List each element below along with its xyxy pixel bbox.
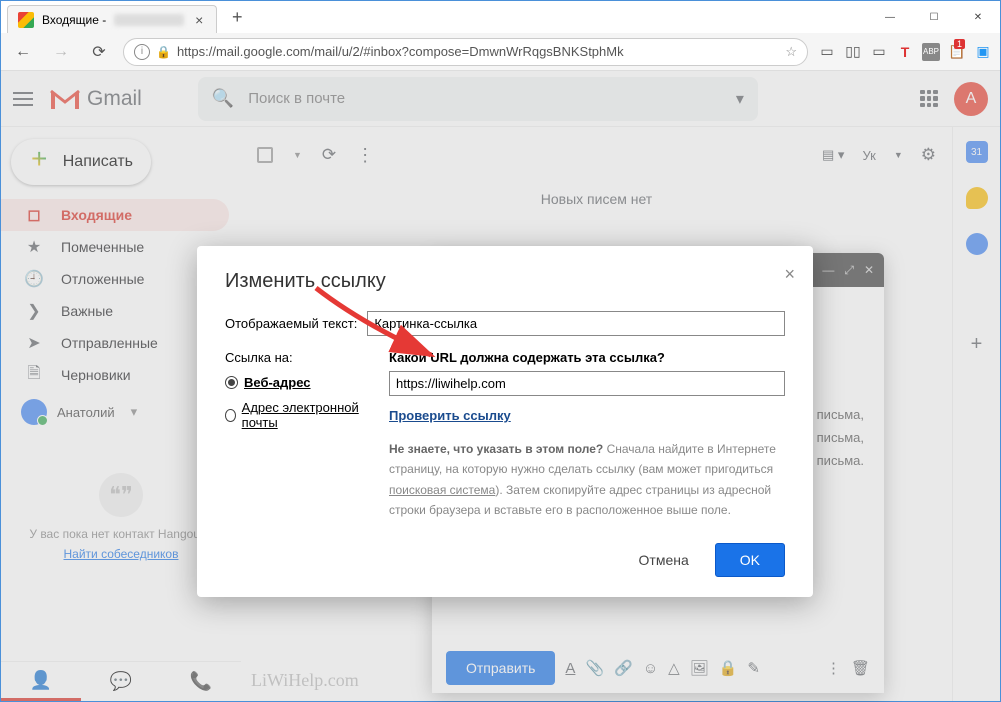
url-box[interactable]: i 🔒 https://mail.google.com/mail/u/2/#in… bbox=[123, 38, 808, 66]
ext-icon-abp[interactable]: ABP bbox=[922, 43, 940, 61]
radio-email-address[interactable]: Адрес электронной почты bbox=[225, 400, 365, 430]
close-tab-icon[interactable]: × bbox=[192, 13, 206, 27]
test-link[interactable]: Проверить ссылку bbox=[389, 408, 511, 423]
display-text-row: Отображаемый текст: bbox=[225, 311, 785, 336]
address-bar: ← → ⟳ i 🔒 https://mail.google.com/mail/u… bbox=[1, 33, 1000, 71]
cancel-button[interactable]: Отмена bbox=[627, 544, 701, 576]
tab-title: Входящие - bbox=[42, 13, 106, 27]
tab-title-blurred bbox=[114, 14, 184, 26]
ext-icon-t[interactable]: T bbox=[896, 43, 914, 61]
ext-icon-reader[interactable]: ▭ bbox=[818, 43, 836, 61]
radio-icon bbox=[225, 409, 236, 422]
radio-web-address[interactable]: Веб-адрес bbox=[225, 375, 365, 390]
bookmark-icon[interactable]: ☆ bbox=[785, 44, 797, 60]
dialog-title: Изменить ссылку bbox=[225, 270, 785, 293]
browser-tab[interactable]: Входящие - × bbox=[7, 5, 217, 33]
dialog-close-icon[interactable]: × bbox=[784, 264, 795, 285]
link-type-column: Ссылка на: Веб-адрес Адрес электронной п… bbox=[225, 350, 365, 521]
extension-icons: ▭ ▯▯ ▭ T ABP 1📋 ▣ bbox=[818, 43, 992, 61]
forward-icon[interactable]: → bbox=[47, 38, 75, 66]
link-to-label: Ссылка на: bbox=[225, 350, 365, 365]
reload-icon[interactable]: ⟳ bbox=[85, 38, 113, 66]
ext-icon-rec[interactable]: ▣ bbox=[974, 43, 992, 61]
radio-email-label: Адрес электронной почты bbox=[242, 400, 365, 430]
gmail-favicon bbox=[18, 12, 34, 28]
close-window-icon[interactable]: ✕ bbox=[956, 1, 1000, 33]
url-question-label: Какой URL должна содержать эта ссылка? bbox=[389, 350, 785, 365]
hint-bold: Не знаете, что указать в этом поле? bbox=[389, 442, 603, 456]
display-text-input[interactable] bbox=[367, 311, 785, 336]
ok-button[interactable]: OK bbox=[715, 543, 785, 577]
new-tab-button[interactable]: + bbox=[225, 5, 249, 29]
url-text: https://mail.google.com/mail/u/2/#inbox?… bbox=[177, 44, 779, 59]
dialog-footer: Отмена OK bbox=[225, 543, 785, 577]
ext-icon-notes[interactable]: ▭ bbox=[870, 43, 888, 61]
display-text-label: Отображаемый текст: bbox=[225, 316, 357, 331]
minimize-icon[interactable]: — bbox=[868, 1, 912, 33]
radio-icon bbox=[225, 376, 238, 389]
site-info-icon[interactable]: i bbox=[134, 44, 150, 60]
ext-icon-bookmarks[interactable]: ▯▯ bbox=[844, 43, 862, 61]
lock-icon: 🔒 bbox=[156, 45, 171, 59]
back-icon[interactable]: ← bbox=[9, 38, 37, 66]
edit-link-dialog: × Изменить ссылку Отображаемый текст: Сс… bbox=[197, 246, 813, 597]
ext-icon-badge[interactable]: 1📋 bbox=[948, 43, 966, 61]
maximize-icon[interactable]: ☐ bbox=[912, 1, 956, 33]
radio-web-label: Веб-адрес bbox=[244, 375, 311, 390]
window-controls: — ☐ ✕ bbox=[868, 1, 1000, 33]
window-titlebar: Входящие - × + — ☐ ✕ bbox=[1, 1, 1000, 33]
url-column: Какой URL должна содержать эта ссылка? П… bbox=[389, 350, 785, 521]
hint-text: Не знаете, что указать в этом поле? Снач… bbox=[389, 439, 785, 521]
url-input[interactable] bbox=[389, 371, 785, 396]
hint-search-link[interactable]: поисковая система bbox=[389, 483, 495, 497]
